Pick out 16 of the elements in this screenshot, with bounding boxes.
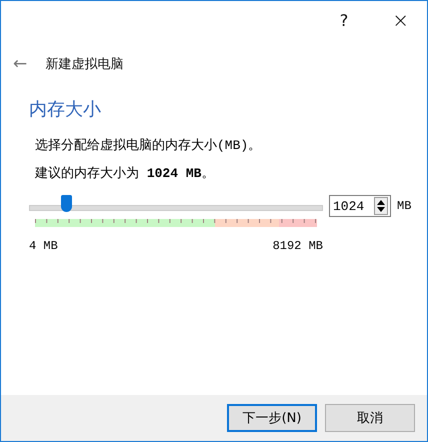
back-button[interactable]: ← — [13, 54, 28, 74]
unit-label: MB — [397, 199, 412, 213]
wizard-title: 新建虚拟电脑 — [45, 56, 124, 73]
close-button[interactable]: × — [388, 8, 413, 32]
memory-slider[interactable] — [29, 195, 323, 213]
cancel-button[interactable]: 取消 — [325, 404, 415, 432]
help-button[interactable]: ? — [336, 10, 352, 30]
spin-arrows-icon[interactable] — [374, 197, 388, 215]
max-label: 8192 MB — [272, 239, 323, 253]
section-heading: 内存大小 — [29, 98, 102, 121]
memory-spinbox[interactable]: 1024 — [329, 195, 391, 217]
min-label: 4 MB — [29, 239, 58, 253]
recommendation-text: 建议的内存大小为 1024 MB。 — [35, 165, 216, 183]
next-button[interactable]: 下一步(N) — [227, 404, 317, 432]
slider-thumb[interactable] — [60, 195, 72, 212]
description-text: 选择分配给虚拟电脑的内存大小(MB)。 — [35, 137, 262, 155]
